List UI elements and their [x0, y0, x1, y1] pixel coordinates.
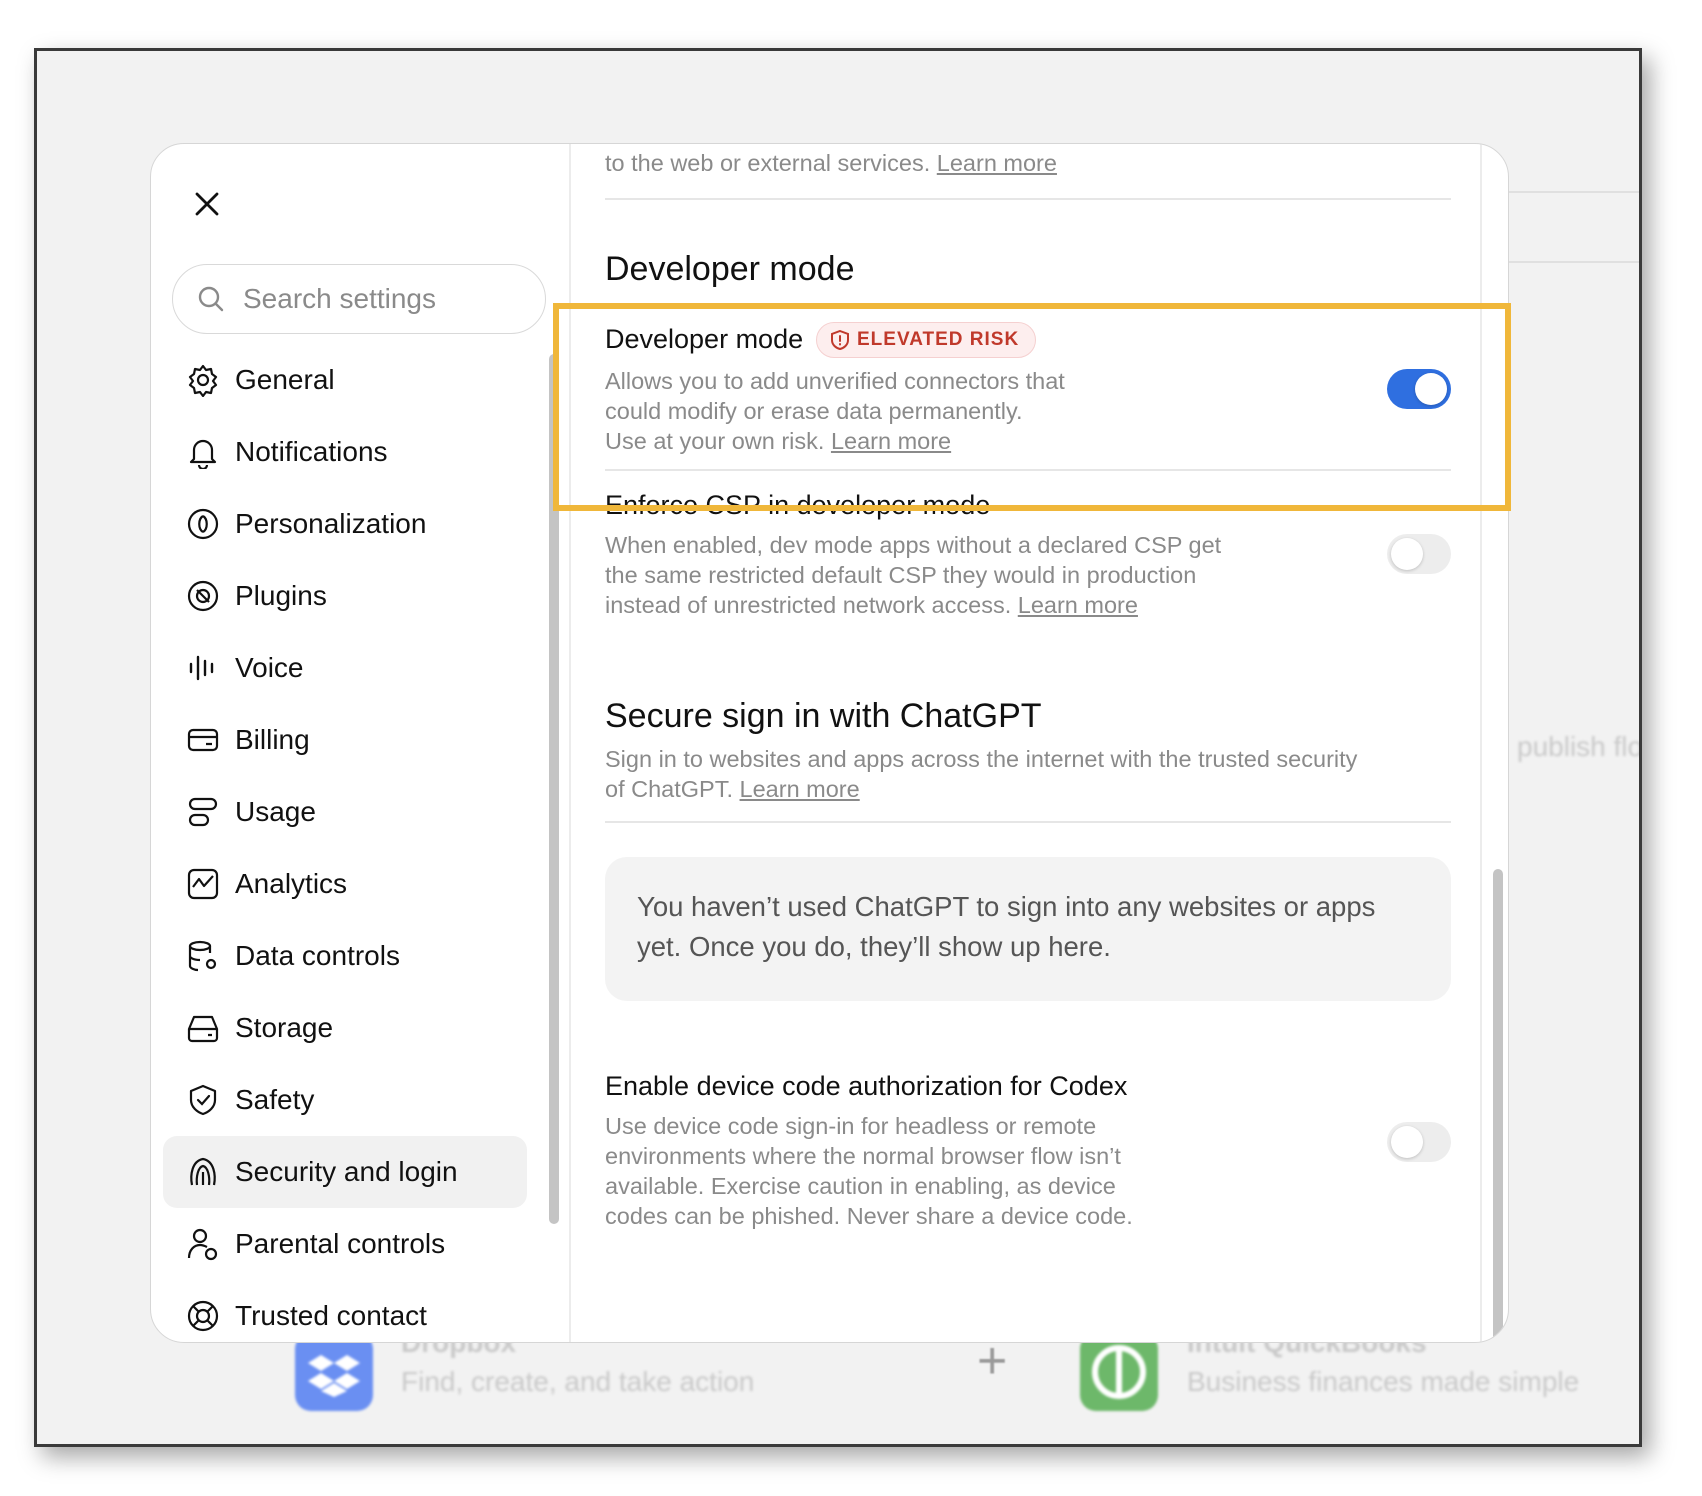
search-box[interactable]: [172, 264, 546, 334]
csp-desc: When enabled, dev mode apps without a de…: [605, 532, 1222, 618]
section-title-developer-mode: Developer mode: [605, 250, 855, 288]
previous-setting-desc: to the web or external services. Learn m…: [605, 150, 1057, 176]
background-faded-text: publish flo: [1517, 731, 1642, 762]
secure-sign-in-desc: Sign in to websites and apps across the …: [605, 746, 1358, 802]
sidebar-item-safety[interactable]: Safety: [163, 1064, 527, 1136]
sidebar-item-security-and-login[interactable]: Security and login: [163, 1136, 527, 1208]
scrollbar-thumb[interactable]: [1493, 869, 1503, 1342]
sidebar-item-label: Personalization: [235, 508, 427, 539]
sidebar-item-general[interactable]: General: [163, 344, 527, 416]
sidebar-item-label: Usage: [235, 796, 316, 827]
search-icon: [198, 286, 224, 312]
toggle-knob: [1391, 538, 1423, 570]
learn-more-link[interactable]: Learn more: [937, 150, 1057, 176]
screenshot-frame: publish flo Dropbox Find, create, and ta…: [34, 48, 1642, 1447]
quickbooks-app-icon: [1080, 1333, 1158, 1411]
sidebar-item-personalization[interactable]: Personalization: [163, 488, 527, 560]
background-divider: [1507, 191, 1639, 193]
sidebar-item-label: Parental controls: [235, 1228, 446, 1259]
sidebar-item-usage[interactable]: Usage: [163, 776, 527, 848]
lifebuoy-icon: [185, 1298, 221, 1334]
sidebar-item-plugins[interactable]: Plugins: [163, 560, 527, 632]
settings-sidebar: General Notifications Personalization Pl…: [151, 144, 571, 1342]
close-button[interactable]: [185, 182, 229, 226]
sidebar-item-analytics[interactable]: Analytics: [163, 848, 527, 920]
sidebar-item-label: Plugins: [235, 580, 327, 611]
sidebar-item-voice[interactable]: Voice: [163, 632, 527, 704]
dropbox-app-icon: [295, 1333, 373, 1411]
shield-check-icon: [185, 1082, 221, 1118]
sidebar-item-trusted-contact[interactable]: Trusted contact: [163, 1280, 527, 1342]
sidebar-item-label: Voice: [235, 652, 304, 683]
close-icon: [195, 192, 219, 216]
search-input[interactable]: [243, 283, 523, 315]
sidebar-item-billing[interactable]: Billing: [163, 704, 527, 776]
learn-more-link[interactable]: Learn more: [740, 776, 860, 802]
bell-icon: [185, 434, 221, 470]
gear-icon: [185, 362, 221, 398]
usage-icon: [185, 794, 221, 830]
analytics-icon: [185, 866, 221, 902]
csp-toggle[interactable]: [1387, 534, 1451, 574]
device-code-toggle[interactable]: [1387, 1122, 1451, 1162]
device-code-title: Enable device code authorization for Cod…: [605, 1071, 1128, 1101]
sidebar-item-notifications[interactable]: Notifications: [163, 416, 527, 488]
dropbox-app-desc: Find, create, and take action: [401, 1366, 755, 1397]
security-icon: [185, 1154, 221, 1190]
sidebar-item-label: Notifications: [235, 436, 388, 467]
sidebar-item-label: Billing: [235, 724, 310, 755]
highlight-box: [553, 303, 1511, 511]
section-title-secure-sign-in: Secure sign in with ChatGPT: [605, 697, 1042, 735]
drive-icon: [185, 1010, 221, 1046]
section-divider: [605, 821, 1451, 823]
personalization-icon: [185, 506, 221, 542]
sidebar-item-label: Trusted contact: [235, 1300, 427, 1331]
database-gear-icon: [185, 938, 221, 974]
sidebar-item-label: General: [235, 364, 335, 395]
sidebar-item-storage[interactable]: Storage: [163, 992, 527, 1064]
parental-icon: [185, 1226, 221, 1262]
sidebar-item-parental-controls[interactable]: Parental controls: [163, 1208, 527, 1280]
card-icon: [185, 722, 221, 758]
quickbooks-app-desc: Business finances made simple: [1187, 1366, 1580, 1397]
section-divider: [605, 198, 1451, 200]
sidebar-item-label: Data controls: [235, 940, 400, 971]
plugins-icon: [185, 578, 221, 614]
sidebar-item-label: Safety: [235, 1084, 315, 1115]
device-code-desc: Use device code sign-in for headless or …: [605, 1113, 1133, 1229]
content-scrollbar[interactable]: [1491, 869, 1505, 1342]
learn-more-link[interactable]: Learn more: [1018, 592, 1138, 618]
sidebar-item-data-controls[interactable]: Data controls: [163, 920, 527, 992]
settings-nav: General Notifications Personalization Pl…: [163, 344, 527, 1342]
background-divider: [1507, 261, 1639, 263]
empty-state-box: You haven’t used ChatGPT to sign into an…: [605, 857, 1451, 1001]
sidebar-item-label: Security and login: [235, 1156, 458, 1187]
toggle-knob: [1391, 1126, 1423, 1158]
sidebar-item-label: Analytics: [235, 868, 348, 899]
sidebar-item-label: Storage: [235, 1012, 334, 1043]
voice-waveform-icon: [185, 650, 221, 686]
